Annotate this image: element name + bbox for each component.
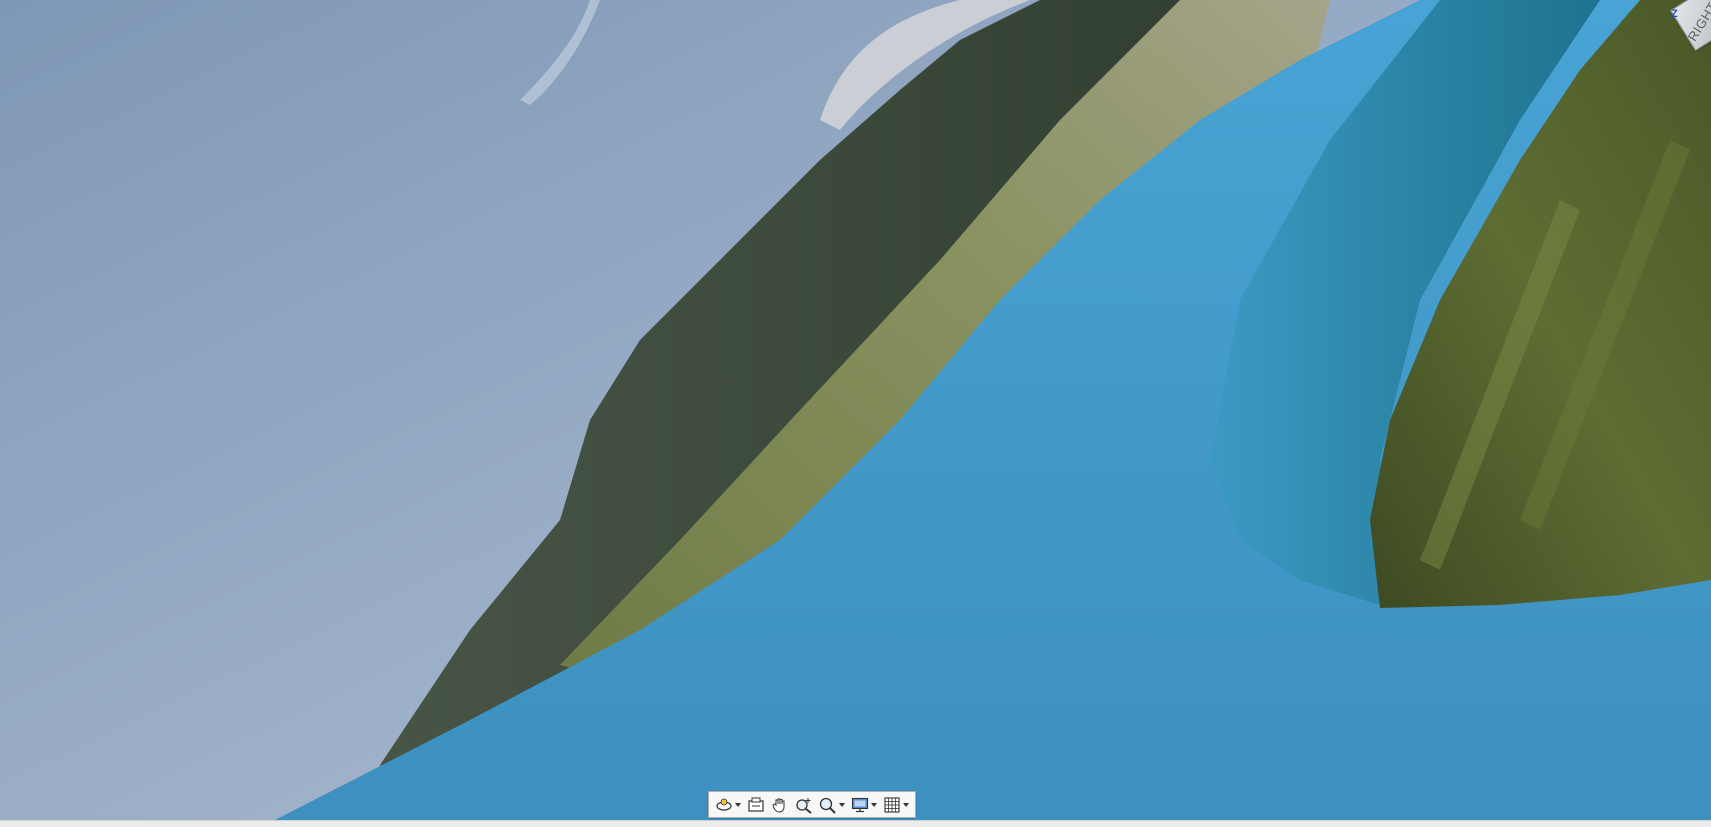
viewcube-axis-label: Z: [1671, 8, 1678, 20]
navigation-toolbar: [708, 791, 916, 818]
chevron-down-icon[interactable]: [871, 802, 877, 807]
chevron-down-icon[interactable]: [735, 802, 741, 807]
orbit-icon: [715, 796, 733, 814]
scene-canvas[interactable]: [0, 0, 1711, 820]
orbit-button[interactable]: [713, 794, 743, 815]
grid-settings-button[interactable]: [881, 794, 911, 815]
pan-hand-icon: [771, 796, 789, 814]
zoom-window-icon: [819, 796, 837, 814]
look-at-icon: [747, 796, 765, 814]
viewcube[interactable]: RIGHT Z: [1669, 0, 1711, 52]
zoom-window-button[interactable]: [817, 794, 847, 815]
zoom-icon: [795, 796, 813, 814]
chevron-down-icon[interactable]: [839, 802, 845, 807]
display-monitor-icon: [851, 796, 869, 814]
zoom-button[interactable]: [793, 794, 815, 815]
pan-button[interactable]: [769, 794, 791, 815]
3d-viewport[interactable]: RIGHT Z: [0, 0, 1711, 820]
display-settings-button[interactable]: [849, 794, 879, 815]
look-at-button[interactable]: [745, 794, 767, 815]
grid-icon: [883, 796, 901, 814]
chevron-down-icon[interactable]: [903, 802, 909, 807]
